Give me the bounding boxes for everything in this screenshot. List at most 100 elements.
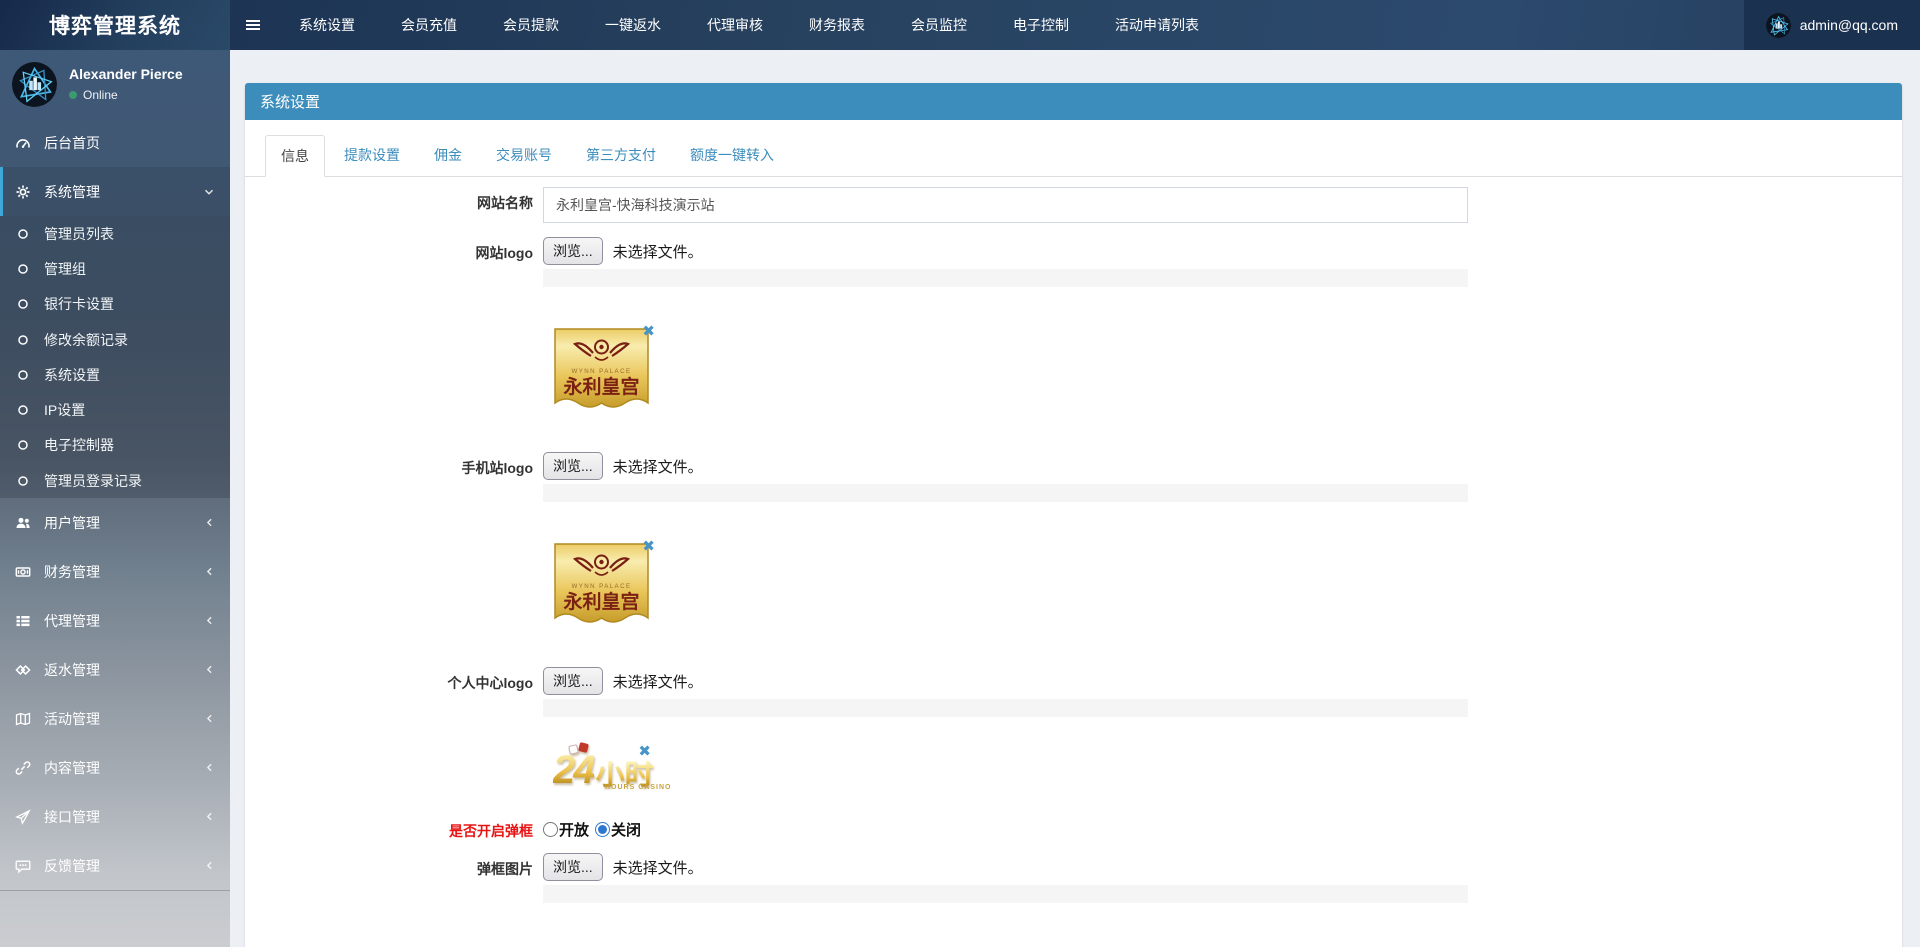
nav-item-system-settings[interactable]: 系统设置	[283, 0, 371, 50]
site-name-label: 网站名称	[477, 195, 533, 211]
personal-logo-preview: 24 小时 HOURS CASINO ✖	[553, 742, 672, 792]
sidebar-subitem-system-settings[interactable]: 系统设置	[0, 357, 230, 392]
sidebar-item-agent-management[interactable]: 代理管理	[0, 596, 230, 645]
sidebar-subitem-electronic-controller[interactable]: 电子控制器	[0, 428, 230, 463]
site-logo-preview: WYNN PALACE 永利皇宫 ✖	[553, 324, 655, 422]
top-navbar: 博弈管理系统 系统设置 会员充值 会员提款 一键返水 代理审核 财务报表 会员监…	[0, 0, 1920, 50]
sidebar-item-dashboard[interactable]: 后台首页	[0, 118, 230, 167]
navbar-links: 系统设置 会员充值 会员提款 一键返水 代理审核 财务报表 会员监控 电子控制 …	[276, 0, 1222, 50]
sidebar-toggle-button[interactable]	[230, 0, 276, 50]
remove-site-logo-icon[interactable]: ✖	[642, 324, 655, 339]
popup-image-browse-button[interactable]: 浏览...	[543, 853, 603, 881]
navbar: 系统设置 会员充值 会员提款 一键返水 代理审核 财务报表 会员监控 电子控制 …	[230, 0, 1920, 50]
nav-item-member-withdraw[interactable]: 会员提款	[487, 0, 575, 50]
sidebar-subitem-ip-settings[interactable]: IP设置	[0, 392, 230, 427]
site-logo-label: 网站logo	[475, 245, 533, 261]
map-icon	[14, 711, 32, 727]
mobile-logo-no-file-text: 未选择文件。	[612, 458, 703, 476]
circle-icon	[14, 262, 32, 276]
popup-image-label: 弹框图片	[477, 861, 533, 877]
sidebar-subitem-admin-list[interactable]: 管理员列表	[0, 216, 230, 251]
system-settings-box: 系统设置 信息 提款设置 佣金 交易账号 第三方支付 额度一键转入 网站名称 永…	[245, 83, 1902, 947]
popup-open-radio[interactable]	[543, 821, 558, 837]
chevron-left-icon	[203, 859, 216, 872]
content-area: 系统设置 信息 提款设置 佣金 交易账号 第三方支付 额度一键转入 网站名称 永…	[230, 50, 1920, 947]
circle-icon	[14, 333, 32, 347]
personal-logo-no-file-text: 未选择文件。	[612, 673, 703, 691]
chevron-left-icon	[203, 614, 216, 627]
sidebar-item-interface-management[interactable]: 接口管理	[0, 792, 230, 841]
chevron-left-icon	[203, 810, 216, 823]
circle-icon	[14, 438, 32, 452]
online-status-icon	[69, 91, 77, 99]
hamburger-icon	[246, 20, 260, 30]
tab-trade-account[interactable]: 交易账号	[481, 135, 567, 177]
sidebar-subitem-bank-card-settings[interactable]: 银行卡设置	[0, 287, 230, 322]
nav-item-electronic-control[interactable]: 电子控制	[997, 0, 1085, 50]
comment-icon	[14, 858, 32, 874]
link-icon	[14, 760, 32, 776]
mobile-logo-upload-bar	[543, 484, 1468, 502]
sidebar-item-feedback-management[interactable]: 反馈管理	[0, 841, 230, 890]
popup-toggle-label: 是否开启弹框	[449, 823, 533, 839]
sidebar-user-status: Online	[83, 88, 118, 102]
svg-text:永利皇宫: 永利皇宫	[562, 590, 639, 613]
sidebar-item-activity-management[interactable]: 活动管理	[0, 694, 230, 743]
nav-item-member-deposit[interactable]: 会员充值	[385, 0, 473, 50]
nav-item-agent-review[interactable]: 代理审核	[691, 0, 779, 50]
app-logo[interactable]: 博弈管理系统	[0, 0, 230, 50]
settings-tabs: 信息 提款设置 佣金 交易账号 第三方支付 额度一键转入	[245, 120, 1902, 177]
nav-item-one-key-rebate[interactable]: 一键返水	[589, 0, 677, 50]
wynn-palace-logo-image: WYNN PALACE 永利皇宫	[554, 543, 649, 623]
circle-icon	[14, 227, 32, 241]
site-logo-no-file-text: 未选择文件。	[612, 243, 703, 261]
tab-commission[interactable]: 佣金	[419, 135, 477, 177]
system-management-submenu: 管理员列表 管理组 银行卡设置 修改余额记录 系统设置 IP设置 电子控制器 管…	[0, 216, 230, 499]
sidebar-item-system-management[interactable]: 系统管理	[0, 167, 230, 216]
remove-mobile-logo-icon[interactable]: ✖	[642, 539, 655, 554]
popup-close-radio[interactable]	[595, 821, 611, 837]
sidebar-menu: 后台首页 系统管理 管理员列表 管理组 银行卡设置 修改余额记录 系统设置 IP…	[0, 118, 230, 890]
sidebar-item-finance-management[interactable]: 财务管理	[0, 547, 230, 596]
personal-logo-browse-button[interactable]: 浏览...	[543, 667, 603, 695]
svg-text:WYNN PALACE: WYNN PALACE	[572, 368, 632, 375]
popup-open-label[interactable]: 开放	[559, 819, 589, 840]
users-icon	[14, 515, 32, 531]
circle-icon	[14, 297, 32, 311]
site-logo-browse-button[interactable]: 浏览...	[543, 237, 603, 265]
tab-withdraw-settings[interactable]: 提款设置	[329, 135, 415, 177]
sidebar-item-rebate-management[interactable]: 返水管理	[0, 645, 230, 694]
mobile-logo-browse-button[interactable]: 浏览...	[543, 452, 603, 480]
sidebar-subitem-admin-login-log[interactable]: 管理员登录记录	[0, 463, 230, 498]
gear-icon	[14, 184, 32, 200]
sidebar-avatar	[12, 62, 57, 107]
sidebar: Alexander Pierce Online 后台首页 系统管理 管理员列表 …	[0, 50, 230, 947]
site-logo-upload-bar	[543, 269, 1468, 287]
money-icon	[14, 564, 32, 580]
popup-image-upload-bar	[543, 885, 1468, 903]
site-name-input[interactable]	[543, 187, 1468, 223]
user-menu[interactable]: admin@qq.com	[1743, 0, 1920, 50]
user-avatar-icon	[1765, 12, 1791, 38]
nav-item-finance-report[interactable]: 财务报表	[793, 0, 881, 50]
sidebar-item-user-management[interactable]: 用户管理	[0, 498, 230, 547]
tab-quota-transfer[interactable]: 额度一键转入	[675, 135, 789, 177]
chevron-down-icon	[202, 185, 216, 199]
sidebar-subitem-balance-change-log[interactable]: 修改余额记录	[0, 322, 230, 357]
personal-logo-label: 个人中心logo	[447, 675, 533, 691]
tab-info[interactable]: 信息	[265, 135, 325, 177]
personal-logo-upload-bar	[543, 699, 1468, 717]
sidebar-divider	[0, 890, 230, 892]
tab-third-party-payment[interactable]: 第三方支付	[571, 135, 671, 177]
list-icon	[14, 613, 32, 629]
nav-item-activity-apply-list[interactable]: 活动申请列表	[1099, 0, 1215, 50]
paper-plane-icon	[14, 809, 32, 825]
nav-item-member-monitor[interactable]: 会员监控	[895, 0, 983, 50]
wynn-palace-logo-image: WYNN PALACE 永利皇宫	[554, 328, 649, 408]
mobile-logo-label: 手机站logo	[461, 460, 533, 476]
svg-text:WYNN PALACE: WYNN PALACE	[572, 583, 632, 590]
sidebar-item-content-management[interactable]: 内容管理	[0, 743, 230, 792]
remove-personal-logo-icon[interactable]: ✖	[638, 744, 651, 759]
popup-close-label[interactable]: 关闭	[611, 819, 641, 840]
sidebar-subitem-admin-group[interactable]: 管理组	[0, 251, 230, 286]
